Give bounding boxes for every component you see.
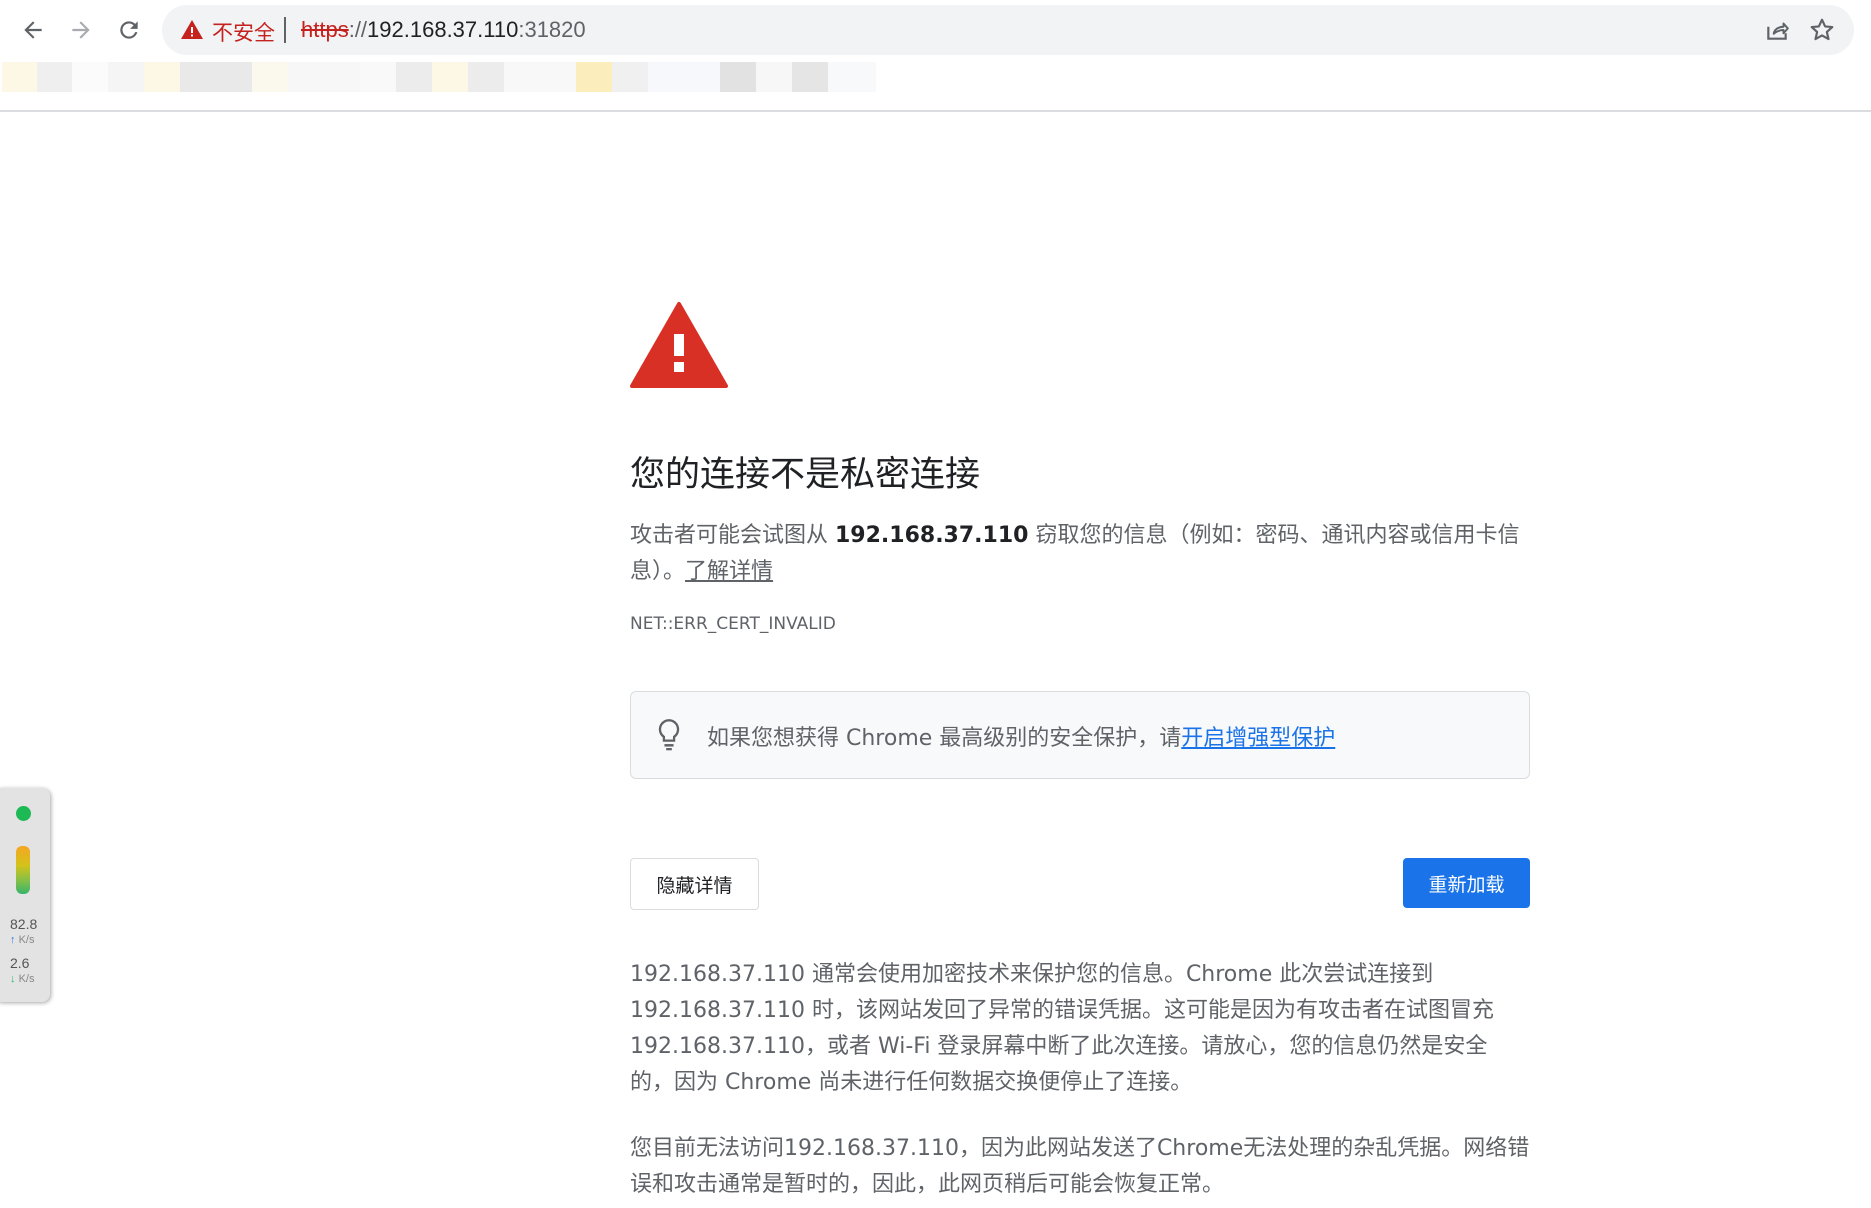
danger-triangle-icon <box>630 302 728 388</box>
url-port: :31820 <box>518 17 586 42</box>
lightbulb-icon <box>658 719 680 751</box>
reload-icon <box>120 21 138 39</box>
error-code: NET::ERR_CERT_INVALID <box>630 614 836 634</box>
enhanced-protection-link[interactable]: 开启增强型保护 <box>1181 726 1335 751</box>
bookmark-item[interactable] <box>720 62 756 92</box>
url-text[interactable]: https://192.168.37.110:31820 <box>301 17 586 43</box>
reload-page-button[interactable]: 重新加载 <box>1403 858 1530 908</box>
status-dot <box>16 806 31 821</box>
download-unit-text: K/s <box>18 973 35 985</box>
download-speed-value: 2.6 <box>10 955 30 971</box>
enhanced-protection-box: 如果您想获得 Chrome 最高级别的安全保护，请开启增强型保护 <box>630 691 1530 779</box>
network-speed-widget[interactable]: 82.8 ↑ K/s 2.6 ↓ K/s <box>0 788 50 1002</box>
bookmark-item[interactable] <box>288 62 360 92</box>
bookmark-item[interactable] <box>37 62 72 92</box>
bookmark-item[interactable] <box>612 62 648 92</box>
warning-icon[interactable] <box>180 18 204 42</box>
upload-unit-text: K/s <box>18 934 35 946</box>
share-icon[interactable] <box>1764 17 1790 43</box>
bookmark-item[interactable] <box>756 62 792 92</box>
enhanced-protection-message: 如果您想获得 Chrome 最高级别的安全保护，请 <box>707 726 1182 751</box>
bookmark-item[interactable] <box>2 62 37 92</box>
upload-arrow-icon: ↑ <box>10 934 16 946</box>
upload-speed-value: 82.8 <box>10 916 38 932</box>
browser-toolbar: 不安全 https://192.168.37.110:31820 <box>0 0 1871 60</box>
enhanced-protection-text: 如果您想获得 Chrome 最高级别的安全保护，请开启增强型保护 <box>707 720 1335 752</box>
bookmark-item[interactable] <box>108 62 144 92</box>
star-icon[interactable] <box>1809 17 1835 43</box>
bookmark-item[interactable] <box>396 62 432 92</box>
not-secure-label[interactable]: 不安全 <box>212 17 275 47</box>
url-host: 192.168.37.110 <box>367 17 519 42</box>
details-paragraph-1: 192.168.37.110 通常会使用加密技术来保护您的信息。Chrome 此… <box>630 962 1494 1095</box>
upload-speed-unit: ↑ K/s <box>10 934 34 946</box>
bookmark-item[interactable] <box>144 62 180 92</box>
details-paragraph-2: 您目前无法访问192.168.37.110，因为此网站发送了Chrome无法处理… <box>630 1136 1530 1197</box>
bookmark-item[interactable] <box>180 62 252 92</box>
bookmark-item[interactable] <box>648 62 720 92</box>
forward-arrow-icon <box>72 21 90 39</box>
url-separator: :// <box>348 17 368 42</box>
bookmark-item[interactable] <box>360 62 396 92</box>
omnibox-divider <box>284 17 286 43</box>
address-bar[interactable]: 不安全 https://192.168.37.110:31820 <box>162 5 1854 55</box>
back-button[interactable] <box>11 8 55 52</box>
bookmark-item[interactable] <box>468 62 504 92</box>
download-arrow-icon: ↓ <box>10 973 16 985</box>
learn-more-link[interactable]: 了解详情 <box>685 559 773 584</box>
speed-level-bar <box>16 846 30 894</box>
bookmarks-bar <box>0 60 1871 112</box>
bookmark-item[interactable] <box>72 62 108 92</box>
bookmark-item[interactable] <box>792 62 828 92</box>
reload-button[interactable] <box>107 8 151 52</box>
intro-text: 攻击者可能会试图从 <box>630 523 835 548</box>
bookmark-item[interactable] <box>504 62 576 92</box>
url-scheme: https <box>301 17 349 42</box>
bookmark-item[interactable] <box>252 62 288 92</box>
bookmark-item[interactable] <box>576 62 612 92</box>
back-arrow-icon <box>24 21 42 39</box>
bookmark-item[interactable] <box>432 62 468 92</box>
forward-button[interactable] <box>59 8 103 52</box>
page-title: 您的连接不是私密连接 <box>630 455 981 495</box>
download-speed-unit: ↓ K/s <box>10 973 34 985</box>
intro-host: 192.168.37.110 <box>835 523 1029 548</box>
bookmark-item[interactable] <box>828 62 876 92</box>
intro-paragraph: 攻击者可能会试图从 192.168.37.110 窃取您的信息（例如：密码、通讯… <box>630 518 1530 590</box>
hide-details-button[interactable]: 隐藏详情 <box>630 858 759 910</box>
